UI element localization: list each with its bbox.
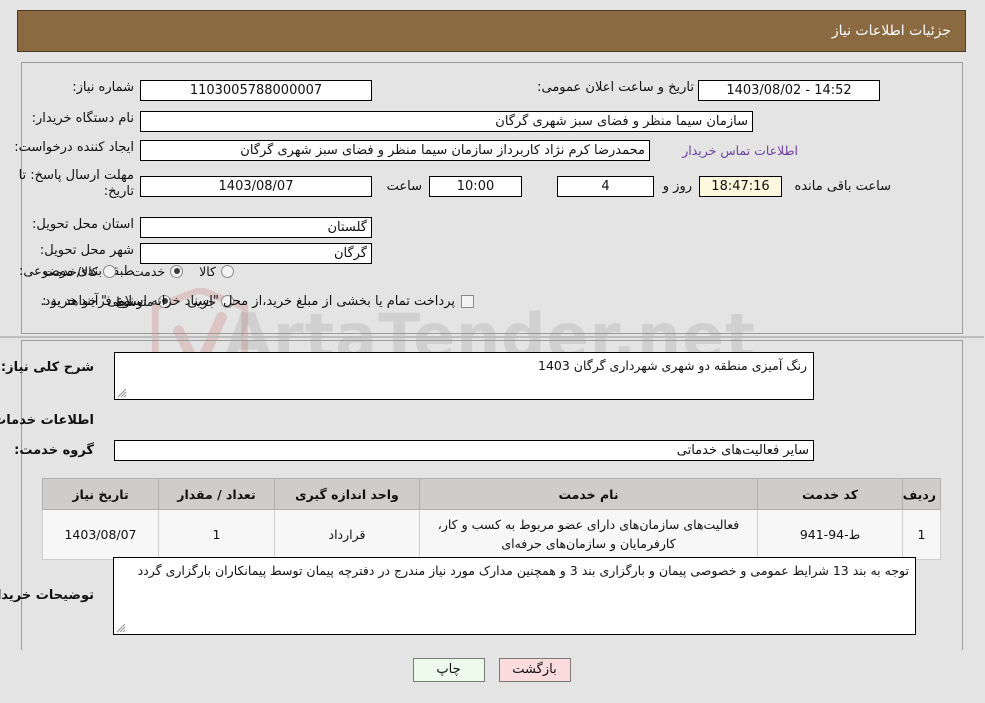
print-button[interactable]: چاپ [413, 658, 486, 682]
table-header-cell-3: واحد اندازه گیری [275, 478, 421, 510]
category-radio-label-2: کالا/خدمت [44, 263, 99, 279]
deadline-time-value: 10:00 [430, 176, 523, 197]
deadline-label: مهلت ارسال پاسخ: تا تاریخ: [19, 168, 135, 199]
treasury-note-field[interactable]: پرداخت تمام یا بخشی از مبلغ خرید،از محل … [41, 292, 475, 310]
requester-label: ایجاد کننده درخواست: [15, 140, 135, 155]
category-radio-label-1: خدمت [132, 263, 167, 279]
category-radio-0[interactable] [222, 264, 235, 278]
category-option-0[interactable]: کالا [200, 264, 235, 279]
page-title: جزئیات اطلاعات نیاز [832, 23, 952, 39]
table-header-cell-5: تاریخ نیاز [43, 478, 160, 510]
table-header-cell-4: تعداد / مقدار [159, 478, 276, 510]
deadline-date-value: 1403/08/07 [141, 176, 373, 197]
treasury-note-label: پرداخت تمام یا بخشی از مبلغ خرید،از محل … [41, 293, 456, 309]
table-header-cell-1: کد خدمت [758, 478, 904, 510]
back-button[interactable]: بازگشت [499, 658, 572, 682]
announce-datetime-label: تاریخ و ساعت اعلان عمومی: [538, 80, 695, 95]
table-cell-unit: قرارداد [275, 509, 421, 560]
announce-datetime-field: تاریخ و ساعت اعلان عمومی: [538, 80, 695, 95]
table-header-row: ردیف کد خدمت نام خدمت واحد اندازه گیری تعداد… [43, 478, 942, 510]
buyer-org-label: نام دستگاه خریدار: [32, 111, 135, 126]
table-body: 1 ط-94-941 فعالیت‌های سازمان‌های دارای عضو… [43, 509, 942, 560]
services-table: ردیف کد خدمت نام خدمت واحد اندازه گیری تعداد… [43, 478, 942, 560]
description-field: شرح کلی نیاز: [2, 360, 95, 375]
countdown-days-value: 4 [558, 176, 655, 197]
province-label: استان محل تحویل: [33, 217, 135, 232]
countdown-suffix: ساعت باقی مانده [795, 179, 892, 194]
resize-grip-icon[interactable] [118, 388, 128, 398]
category-radio-1[interactable] [171, 264, 185, 278]
table-cell-quantity: 1 [159, 509, 276, 560]
description-label: شرح کلی نیاز: [1, 360, 95, 375]
table-cell-row-index: 1 [903, 509, 942, 560]
buyer-notes-value: توجه به بند 13 شرایط عمومی و خصوصی پیمان… [138, 563, 910, 578]
category-radio-group[interactable]: کالا خدمت کالا/خدمت [28, 262, 235, 280]
need-number-value: 1103005788000007 [141, 80, 373, 101]
need-number-field: شماره نیاز: [73, 80, 135, 95]
city-field: شهر محل تحویل: [41, 243, 135, 258]
services-section-title: اطلاعات خدمات مورد نیاز [0, 413, 95, 428]
section-divider [0, 336, 985, 338]
deadline-time-label: ساعت [387, 179, 423, 194]
buyer-notes-textarea[interactable]: توجه به بند 13 شرایط عمومی و خصوصی پیمان… [114, 557, 917, 635]
buyer-notes-label: توضیحات خریدار: [0, 588, 95, 603]
buyer-org-value: سازمان سیما منظر و فضای سبز شهری گرگان [141, 111, 754, 132]
services-table-wrap: ردیف کد خدمت نام خدمت واحد اندازه گیری تعداد… [43, 478, 942, 560]
need-number-label: شماره نیاز: [73, 80, 135, 95]
countdown-days-suffix: روز و [663, 179, 693, 194]
category-option-1[interactable]: خدمت [132, 263, 185, 279]
service-group-value: سایر فعالیت‌های خدماتی [115, 440, 815, 461]
resize-grip-icon[interactable] [117, 623, 127, 633]
city-label: شهر محل تحویل: [40, 243, 135, 258]
countdown-suffix-wrap: ساعت باقی مانده [796, 176, 892, 197]
table-cell-service-code: ط-94-941 [758, 509, 904, 560]
buyer-contact-link[interactable]: اطلاعات تماس خریدار [683, 140, 799, 161]
service-group-label: گروه خدمت: [15, 443, 95, 458]
province-field: استان محل تحویل: [33, 217, 135, 232]
services-section-title-wrap: اطلاعات خدمات مورد نیاز [0, 413, 95, 428]
description-value: رنگ آمیزی منطقه دو شهری شهرداری گرگان 14… [539, 358, 808, 373]
service-group-field: گروه خدمت: [15, 443, 95, 458]
footer-actions: بازگشت چاپ [0, 658, 985, 682]
city-value: گرگان [141, 243, 373, 264]
buyer-notes-field: توضیحات خریدار: [0, 588, 95, 603]
description-textarea[interactable]: رنگ آمیزی منطقه دو شهری شهرداری گرگان 14… [115, 352, 815, 400]
treasury-checkbox[interactable] [462, 294, 475, 308]
requester-value: محمدرضا کرم نژاد کاربرداز سازمان سیما من… [141, 140, 651, 161]
category-radio-label-0: کالا [200, 263, 217, 279]
deadline-time-label-wrap: ساعت [388, 176, 423, 197]
table-header-cell-0: ردیف [903, 478, 942, 510]
requester-field: ایجاد کننده درخواست: [15, 140, 135, 155]
countdown-timer-value: 18:47:16 [700, 176, 783, 197]
table-cell-need-date: 1403/08/07 [43, 509, 160, 560]
page-header: جزئیات اطلاعات نیاز [18, 10, 967, 52]
countdown-days-suffix-wrap: روز و [664, 176, 693, 197]
province-value: گلستان [141, 217, 373, 238]
table-cell-service-name: فعالیت‌های سازمان‌های دارای عضو مربوط به… [420, 509, 759, 560]
buyer-org-field: نام دستگاه خریدار: [33, 111, 135, 126]
buyer-contact-link-label[interactable]: اطلاعات تماس خریدار [683, 143, 799, 158]
announce-datetime-value: 1403/08/02 - 14:52 [699, 80, 881, 101]
table-row: 1 ط-94-941 فعالیت‌های سازمان‌های دارای عضو… [43, 509, 942, 560]
category-option-2[interactable]: کالا/خدمت [44, 263, 117, 279]
category-radio-2[interactable] [103, 264, 117, 278]
table-header-cell-2: نام خدمت [420, 478, 759, 510]
deadline-field: مهلت ارسال پاسخ: تا تاریخ: [15, 168, 135, 200]
